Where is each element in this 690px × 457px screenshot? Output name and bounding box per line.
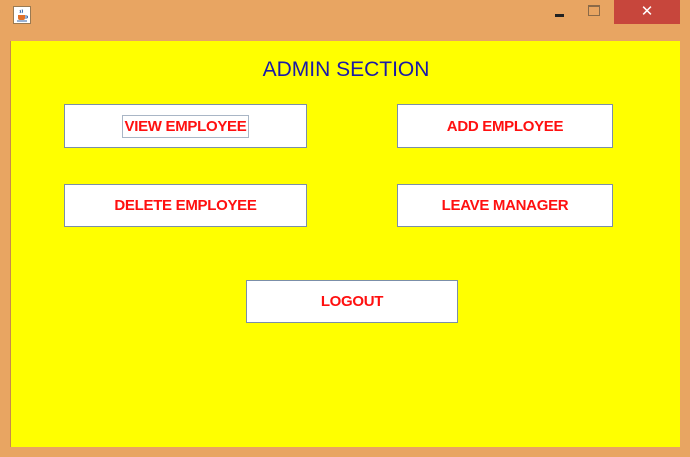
leave-manager-button[interactable]: LEAVE MANAGER bbox=[397, 184, 613, 227]
add-employee-label: ADD EMPLOYEE bbox=[446, 117, 564, 135]
java-coffee-cup-icon[interactable] bbox=[13, 6, 31, 24]
maximize-icon bbox=[588, 5, 600, 16]
logout-label: LOGOUT bbox=[320, 293, 384, 310]
admin-panel: ADMIN SECTION VIEW EMPLOYEE ADD EMPLOYEE… bbox=[10, 41, 680, 447]
maximize-button[interactable] bbox=[580, 0, 608, 24]
delete-employee-label: DELETE EMPLOYEE bbox=[114, 197, 257, 214]
logout-button[interactable]: LOGOUT bbox=[246, 280, 458, 323]
minimize-button[interactable] bbox=[546, 0, 574, 24]
minimize-icon bbox=[555, 14, 564, 17]
delete-employee-button[interactable]: DELETE EMPLOYEE bbox=[64, 184, 307, 227]
page-title: ADMIN SECTION bbox=[262, 58, 430, 81]
app-window: ✕ ADMIN SECTION VIEW EMPLOYEE ADD EMPLOY… bbox=[0, 0, 690, 457]
close-button[interactable]: ✕ bbox=[614, 0, 680, 24]
title-bar[interactable]: ✕ bbox=[0, 0, 690, 32]
add-employee-button[interactable]: ADD EMPLOYEE bbox=[397, 104, 613, 148]
view-employee-label: VIEW EMPLOYEE bbox=[121, 114, 250, 138]
close-icon: ✕ bbox=[640, 2, 654, 20]
view-employee-button[interactable]: VIEW EMPLOYEE bbox=[64, 104, 307, 148]
leave-manager-label: LEAVE MANAGER bbox=[441, 197, 569, 214]
